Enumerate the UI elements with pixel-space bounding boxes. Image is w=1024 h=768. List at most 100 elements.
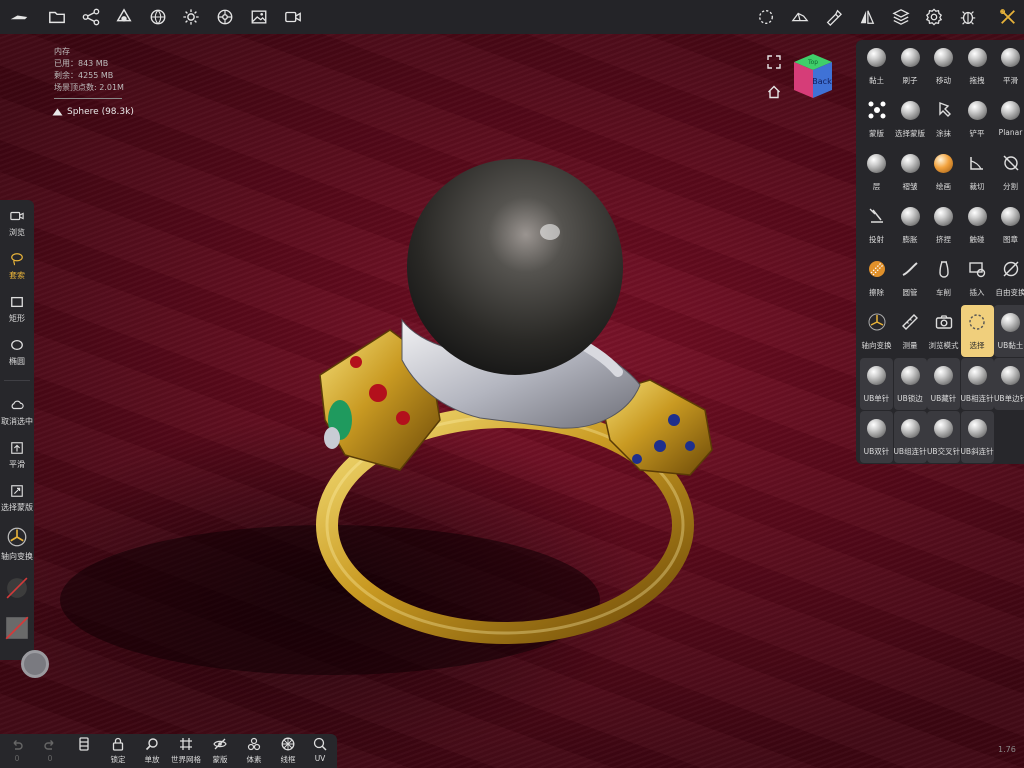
video-camera-icon[interactable] — [283, 7, 303, 27]
tool-stamp[interactable]: 图章 — [994, 199, 1024, 251]
tool-ub-single-edge-stitch[interactable]: UB单边针 — [994, 358, 1024, 410]
tool-ub-slant-stitch[interactable]: UB斜连针 — [960, 411, 994, 463]
tool-lathe[interactable]: 车削 — [927, 252, 960, 304]
stroke-pad-button[interactable] — [21, 650, 49, 678]
rectangle-button[interactable]: 矩形 — [0, 289, 34, 329]
tool-select[interactable]: 选择 — [960, 305, 994, 357]
tool-label: 触碰 — [969, 235, 985, 244]
tool-insert[interactable]: 插入 — [961, 252, 994, 304]
image-icon[interactable] — [249, 7, 269, 27]
tool-layer[interactable]: 层 — [860, 146, 893, 198]
select-mask-label: 选择蒙版 — [1, 502, 33, 512]
uv-button[interactable]: UV — [304, 737, 336, 767]
active-mesh-label[interactable]: Sphere (98.3k) — [52, 107, 134, 117]
menu-logo-icon[interactable] — [7, 7, 31, 27]
settings-gear-icon[interactable] — [924, 7, 944, 27]
undo-icon — [13, 740, 23, 750]
tool-label: 分割 — [1003, 182, 1018, 191]
navigation-cube[interactable]: Top Back — [792, 52, 834, 100]
fullscreen-frame-icon[interactable] — [767, 54, 781, 69]
tool-paint[interactable]: 绘画 — [927, 146, 960, 198]
grid-hash-icon — [180, 738, 192, 750]
tool-ub-link-stitch[interactable]: UB相连针 — [960, 358, 994, 410]
brush-material-button[interactable] — [0, 568, 34, 608]
tool-label: 测量 — [902, 341, 918, 350]
solo-button[interactable]: 单放 — [136, 737, 168, 767]
tool-label: 平滑 — [1003, 76, 1018, 85]
drag-icon — [966, 46, 988, 68]
tool-label: 挤捏 — [936, 235, 951, 244]
axis-transform-button[interactable]: 轴向变换 — [0, 522, 34, 566]
selection-circle-icon[interactable] — [756, 7, 776, 27]
home-view-icon[interactable] — [767, 84, 781, 99]
scene-graph-icon[interactable] — [81, 7, 101, 27]
tool-ub-group-stitch[interactable]: UB组连针 — [893, 411, 927, 463]
bug-debug-icon[interactable] — [958, 7, 978, 27]
voxel-button[interactable]: 体素 — [238, 737, 270, 767]
tool-flatten[interactable]: 铲平 — [961, 93, 994, 145]
smooth-mask-button[interactable]: 平滑 — [0, 435, 34, 475]
select-mask-button[interactable]: 选择蒙版 — [0, 478, 34, 518]
search-icon — [145, 738, 158, 751]
light-sun-icon[interactable] — [181, 7, 201, 27]
tool-ub-clay[interactable]: UB黏土 — [994, 305, 1024, 357]
tool-ub-lock-stitch[interactable]: UB锁边 — [893, 358, 927, 410]
folder-icon[interactable] — [47, 7, 67, 27]
tool-free-transform[interactable]: 自由变换 — [994, 252, 1024, 304]
layer-stack-button[interactable] — [68, 737, 100, 767]
tool-crease[interactable]: 褶皱 — [894, 146, 927, 198]
ellipse-button[interactable]: 椭圆 — [0, 332, 34, 372]
color-swatch-button[interactable] — [0, 608, 34, 648]
tools-cross-icon[interactable] — [998, 7, 1018, 27]
world-grid-button[interactable]: 世界网格 — [170, 737, 202, 767]
render-settings-icon[interactable] — [215, 7, 235, 27]
tool-label: UB藏针 — [930, 394, 957, 403]
ub-single-stitch-icon — [866, 364, 888, 386]
tool-axis-transform[interactable]: 轴向变换 — [860, 305, 893, 357]
lock-button[interactable]: 锁定 — [102, 737, 134, 767]
tool-brush[interactable]: 刷子 — [894, 40, 927, 92]
symmetry-icon[interactable] — [857, 7, 877, 27]
tool-ub-cross-stitch[interactable]: UB交叉针 — [927, 411, 960, 463]
wireframe-button[interactable]: 线框 — [272, 737, 304, 767]
tool-measure[interactable]: 测量 — [894, 305, 927, 357]
mask-toggle-button[interactable]: 蒙版 — [204, 737, 236, 767]
ub-cross-stitch-icon — [933, 417, 955, 439]
tool-planar[interactable]: Planar — [994, 93, 1024, 145]
tool-drag[interactable]: 拖拽 — [961, 40, 994, 92]
tool-tube[interactable]: 圆管 — [894, 252, 927, 304]
tool-ub-hidden-stitch[interactable]: UB藏针 — [927, 358, 960, 410]
tool-tap[interactable]: 触碰 — [961, 199, 994, 251]
tool-project[interactable]: 投射 — [860, 199, 893, 251]
tool-ub-double-stitch[interactable]: UB双针 — [860, 411, 893, 463]
tool-view-mode[interactable]: 浏览模式 — [927, 305, 960, 357]
tool-trim[interactable]: 裁切 — [961, 146, 994, 198]
tool-move[interactable]: 移动 — [927, 40, 960, 92]
tool-erase[interactable]: 擦除 — [860, 252, 893, 304]
tool-pinch[interactable]: 挤捏 — [927, 199, 960, 251]
tool-select-mask[interactable]: 选择蒙版 — [894, 93, 927, 145]
material-icon[interactable] — [114, 7, 134, 27]
move-icon — [933, 46, 955, 68]
tool-smudge[interactable]: 涂抹 — [927, 93, 960, 145]
globe-icon[interactable] — [148, 7, 168, 27]
eye-off-icon — [213, 738, 227, 750]
tool-split[interactable]: 分割 — [994, 146, 1024, 198]
topology-icon[interactable] — [790, 7, 810, 27]
tool-smooth[interactable]: 平滑 — [994, 40, 1024, 92]
redo-button[interactable]: 0 — [34, 737, 66, 767]
lock-label: 锁定 — [110, 755, 126, 764]
layers-icon[interactable] — [891, 7, 911, 27]
brush-pen-icon[interactable] — [823, 7, 843, 27]
tool-clay[interactable]: 黏土 — [860, 40, 893, 92]
camera-view-button[interactable]: 浏览 — [0, 203, 34, 243]
tool-inflate[interactable]: 膨胀 — [894, 199, 927, 251]
tool-mask[interactable]: 蒙版 — [860, 93, 893, 145]
left-panel-divider — [4, 380, 30, 381]
tool-ub-single-stitch[interactable]: UB单针 — [860, 358, 893, 410]
lasso-button[interactable]: 套索 — [0, 246, 34, 286]
bottom-toolbar: 0 0 锁定 单放 世界网格 蒙版 体素 线框 UV — [0, 734, 337, 768]
tool-label: 移动 — [936, 76, 951, 85]
undo-button[interactable]: 0 — [1, 737, 33, 767]
deselect-button[interactable]: 取消选中 — [0, 392, 34, 432]
